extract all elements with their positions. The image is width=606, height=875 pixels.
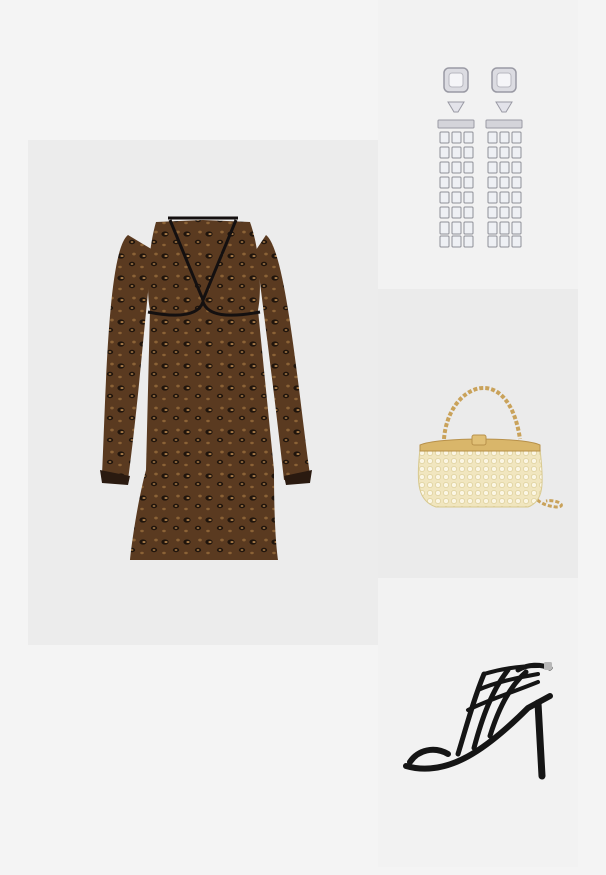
outfit-collage xyxy=(0,0,606,875)
product-tile-dress[interactable] xyxy=(28,140,378,645)
pearl-clutch-bag-icon xyxy=(417,385,563,509)
product-tile-heels[interactable] xyxy=(378,578,578,867)
strappy-heel-sandal-icon xyxy=(403,662,553,780)
product-tile-earrings[interactable] xyxy=(378,0,578,289)
product-tile-handbag[interactable] xyxy=(378,289,578,578)
crystal-drop-earrings-icon xyxy=(437,67,523,248)
leopard-print-dress-icon xyxy=(100,216,312,560)
